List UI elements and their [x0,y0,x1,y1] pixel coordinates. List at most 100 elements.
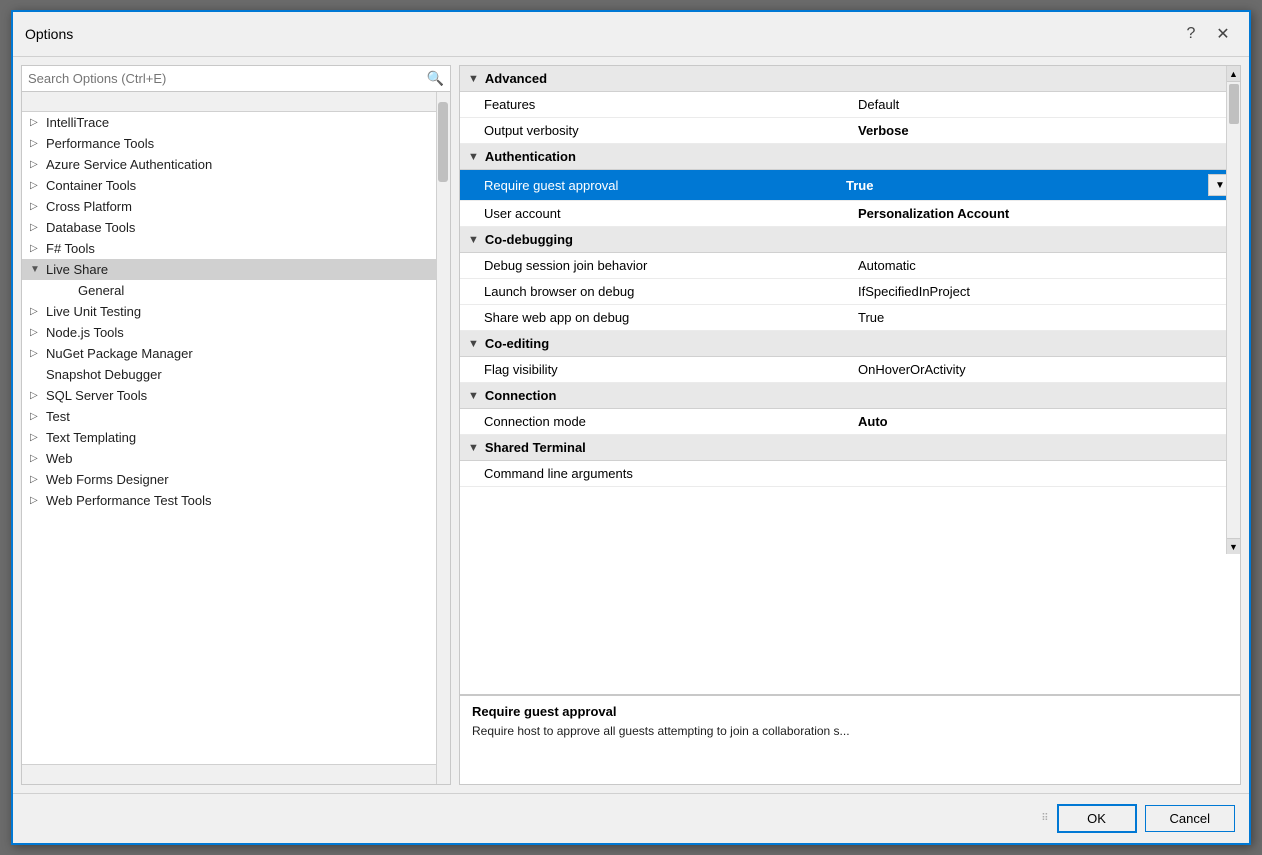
tree-item-live-share[interactable]: ▼Live Share [22,259,450,280]
tree-expand-icon-fsharp-tools: ▷ [30,243,46,254]
tree-expand-icon-cross-platform: ▷ [30,201,46,212]
tree-expand-icon-web-performance-test-tools: ▷ [30,495,46,506]
search-icon: 🔍 [427,70,444,87]
setting-row-require-guest-approval[interactable]: Require guest approvalTrue▼ [460,170,1240,201]
setting-row-debug-session-join[interactable]: Debug session join behaviorAutomatic [460,253,1240,279]
tree-item-label-nuget-package-manager: NuGet Package Manager [46,346,193,361]
tree-expand-icon-database-tools: ▷ [30,222,46,233]
search-box: 🔍 [22,66,450,92]
tree-item-web-performance-test-tools[interactable]: ▷Web Performance Test Tools [22,490,450,511]
tree-item-label-intellitrace: IntelliTrace [46,115,109,130]
setting-value-require-guest-approval: True [846,178,1208,193]
section-header-shared-terminal[interactable]: ▼Shared Terminal [460,435,1240,461]
section-label-connection: Connection [485,388,557,403]
tree-item-web-forms-designer[interactable]: ▷Web Forms Designer [22,469,450,490]
tree-item-label-nodejs-tools: Node.js Tools [46,325,124,340]
title-bar: Options ? ✕ [13,12,1249,57]
setting-row-launch-browser[interactable]: Launch browser on debugIfSpecifiedInProj… [460,279,1240,305]
tree-expand-icon-nodejs-tools: ▷ [30,327,46,338]
setting-row-output-verbosity[interactable]: Output verbosityVerbose [460,118,1240,144]
tree-item-sql-server-tools[interactable]: ▷SQL Server Tools [22,385,450,406]
setting-row-command-line-args[interactable]: Command line arguments [460,461,1240,487]
section-header-connection[interactable]: ▼ Connection [460,383,1240,409]
setting-row-user-account[interactable]: User accountPersonalization Account [460,201,1240,227]
setting-value-debug-session-join: Automatic [858,258,1232,273]
tree-item-label-web: Web [46,451,73,466]
tree-expand-icon-live-share: ▼ [30,264,46,275]
section-header-advanced[interactable]: ▼ Advanced [460,66,1240,92]
tree-item-label-live-share: Live Share [46,262,108,277]
tree-item-text-templating[interactable]: ▷Text Templating [22,427,450,448]
help-button[interactable]: ? [1177,20,1205,48]
left-panel: 🔍 ▲ ▷IntelliTrace▷Performance Tools▷Azur… [21,65,451,785]
setting-value-output-verbosity: Verbose [858,123,1232,138]
tree-item-container-tools[interactable]: ▷Container Tools [22,175,450,196]
section-label-authentication: Authentication [485,149,576,164]
dialog-title: Options [25,26,73,42]
setting-label-debug-session-join: Debug session join behavior [484,258,858,273]
setting-label-output-verbosity: Output verbosity [484,123,858,138]
setting-value-share-web-app: True [858,310,1232,325]
setting-value-flag-visibility: OnHoverOrActivity [858,362,1232,377]
options-dialog: Options ? ✕ 🔍 ▲ [11,10,1251,845]
tree-expand-icon-web-forms-designer: ▷ [30,474,46,485]
search-input[interactable] [28,71,427,86]
setting-label-flag-visibility: Flag visibility [484,362,858,377]
description-box: Require guest approval Require host to a… [460,694,1240,784]
ok-button[interactable]: OK [1057,804,1137,833]
section-header-authentication[interactable]: ▼ Authentication [460,144,1240,170]
setting-row-flag-visibility[interactable]: Flag visibilityOnHoverOrActivity [460,357,1240,383]
tree-expand-icon-performance-tools: ▷ [30,138,46,149]
tree-expand-icon-sql-server-tools: ▷ [30,390,46,401]
section-header-co-editing[interactable]: ▼Co-editing [460,331,1240,357]
section-header-co-debugging[interactable]: ▼Co-debugging [460,227,1240,253]
right-scroll-up-btn[interactable]: ▲ [1227,66,1240,82]
tree-expand-icon-intellitrace: ▷ [30,117,46,128]
tree-item-snapshot-debugger[interactable]: Snapshot Debugger [22,364,450,385]
tree-item-web[interactable]: ▷Web [22,448,450,469]
setting-row-connection-mode[interactable]: Connection modeAuto [460,409,1240,435]
setting-row-share-web-app[interactable]: Share web app on debugTrue [460,305,1240,331]
tree-expand-icon-web: ▷ [30,453,46,464]
collapse-icon-authentication: ▼ [468,151,479,163]
close-button[interactable]: ✕ [1209,20,1237,48]
tree-scrollbar-thumb[interactable] [438,102,448,182]
collapse-icon-advanced: ▼ [468,73,479,85]
tree-item-label-live-share-general: General [78,283,124,298]
tree-item-database-tools[interactable]: ▷Database Tools [22,217,450,238]
setting-value-features: Default [858,97,1232,112]
right-panel: ▼AdvancedFeaturesDefaultOutput verbosity… [459,65,1241,785]
settings-scroll: ▼AdvancedFeaturesDefaultOutput verbosity… [460,66,1240,694]
cancel-button[interactable]: Cancel [1145,805,1235,832]
tree-item-nuget-package-manager[interactable]: ▷NuGet Package Manager [22,343,450,364]
right-scrollbar-thumb[interactable] [1229,84,1239,124]
tree-item-cross-platform[interactable]: ▷Cross Platform [22,196,450,217]
tree-item-fsharp-tools[interactable]: ▷F# Tools [22,238,450,259]
tree-item-label-cross-platform: Cross Platform [46,199,132,214]
collapse-icon-co-editing: ▼ [468,338,479,350]
tree-item-live-unit-testing[interactable]: ▷Live Unit Testing [22,301,450,322]
tree-item-label-sql-server-tools: SQL Server Tools [46,388,147,403]
setting-label-command-line-args: Command line arguments [484,466,858,481]
tree-item-label-performance-tools: Performance Tools [46,136,154,151]
collapse-icon-co-debugging: ▼ [468,234,479,246]
tree-item-label-test: Test [46,409,70,424]
title-bar-buttons: ? ✕ [1177,20,1237,48]
tree-item-label-live-unit-testing: Live Unit Testing [46,304,141,319]
settings-area: ▼AdvancedFeaturesDefaultOutput verbosity… [460,66,1240,694]
setting-label-user-account: User account [484,206,858,221]
tree-item-performance-tools[interactable]: ▷Performance Tools [22,133,450,154]
tree-item-intellitrace[interactable]: ▷IntelliTrace [22,112,450,133]
main-content: 🔍 ▲ ▷IntelliTrace▷Performance Tools▷Azur… [13,57,1249,793]
tree-item-live-share-general[interactable]: General [22,280,450,301]
tree-item-nodejs-tools[interactable]: ▷Node.js Tools [22,322,450,343]
setting-row-features[interactable]: FeaturesDefault [460,92,1240,118]
collapse-icon-connection: ▼ [468,390,479,402]
tree-item-azure-service-auth[interactable]: ▷Azure Service Authentication [22,154,450,175]
right-scroll-down-btn[interactable]: ▼ [1227,538,1240,554]
tree-item-label-container-tools: Container Tools [46,178,136,193]
tree-item-test[interactable]: ▷Test [22,406,450,427]
tree-item-label-fsharp-tools: F# Tools [46,241,95,256]
tree-item-label-snapshot-debugger: Snapshot Debugger [46,367,162,382]
section-label-advanced: Advanced [485,71,547,86]
